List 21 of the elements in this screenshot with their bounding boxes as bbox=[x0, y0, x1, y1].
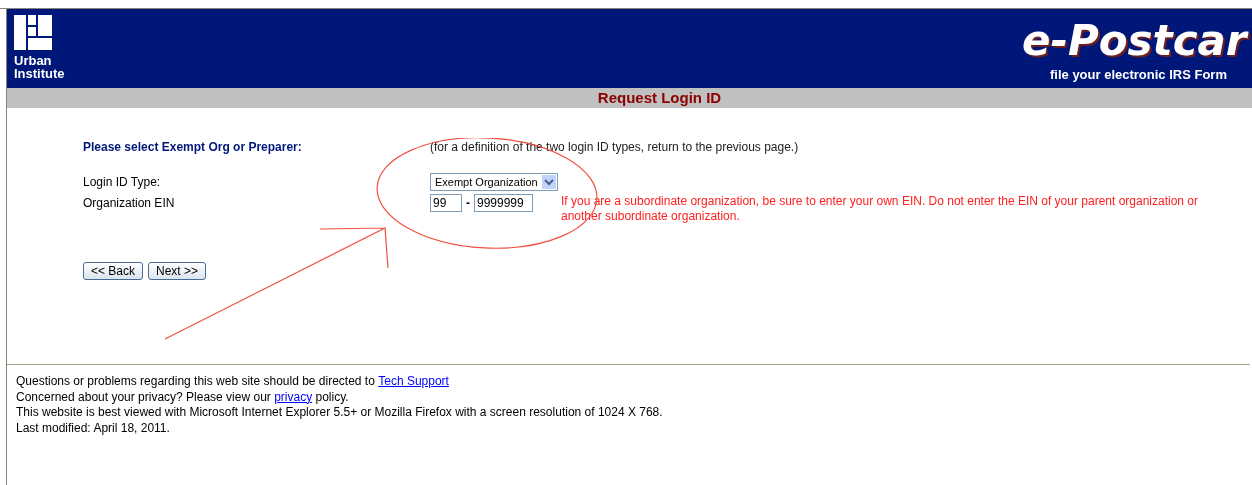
form-heading: Please select Exempt Org or Preparer: bbox=[83, 139, 303, 156]
page-title: Request Login ID bbox=[597, 87, 722, 108]
back-button[interactable]: << Back bbox=[83, 262, 144, 280]
field-label: Login ID Type: bbox=[83, 174, 162, 191]
footer-text: Concerned about your privacy? Please view our bbox=[16, 389, 272, 405]
footer-text: policy. bbox=[314, 389, 349, 405]
logo-icon bbox=[14, 15, 52, 50]
footer-text: This website is best viewed with Microsoft Internet Explorer 5.5+ or Mozilla Firefox with a screen resolution of 1024 X 768. bbox=[16, 405, 663, 421]
ein-suffix-field[interactable]: 9999999 bbox=[474, 194, 533, 212]
tagline: file your electronic IRS Form bbox=[1050, 66, 1227, 84]
footer-text: Last modified: April 18, 2011. bbox=[16, 420, 170, 436]
separator-text: - bbox=[466, 195, 470, 212]
footer-text: Questions or problems regarding this web site should be directed to bbox=[16, 374, 376, 390]
next-button[interactable]: Next >> bbox=[148, 262, 207, 280]
login-type-select[interactable]: Exempt Organization bbox=[430, 173, 558, 191]
brand-logo-text: e-Postcar bbox=[1022, 19, 1247, 63]
footer-link[interactable]: Tech Support bbox=[378, 374, 449, 390]
footer-link[interactable]: privacy bbox=[274, 389, 313, 405]
ein-prefix-field[interactable]: 99 bbox=[430, 194, 462, 212]
org-name: Urban Institute bbox=[14, 54, 66, 80]
field-label: Organization EIN bbox=[83, 195, 176, 212]
